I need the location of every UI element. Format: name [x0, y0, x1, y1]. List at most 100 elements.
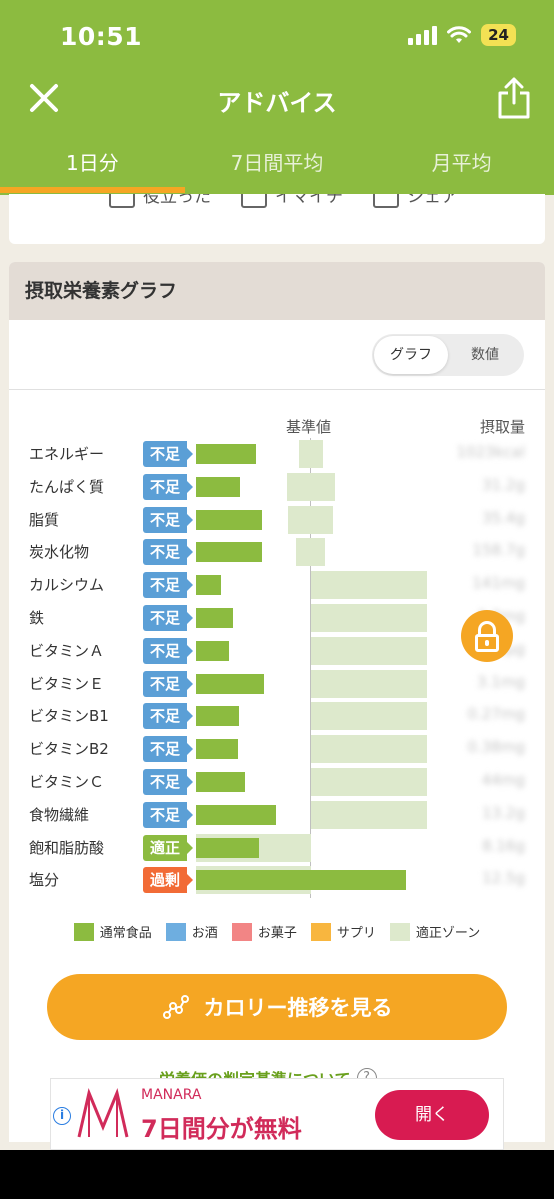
share-icon[interactable]	[496, 76, 532, 120]
optimal-zone	[311, 604, 427, 632]
nutrient-row: ビタミンB1 不足 0.27mg	[9, 700, 545, 732]
not-helpful-button[interactable]: イマイチ	[241, 194, 343, 208]
legend-item: 適正ゾーン	[389, 922, 481, 941]
intake-bar	[196, 837, 259, 858]
nutrient-name: カルシウム	[29, 576, 105, 595]
nutrient-row: 飽和脂肪酸 適正 8.16g	[9, 832, 545, 864]
ad-logo	[77, 1088, 129, 1138]
optimal-zone	[311, 735, 427, 764]
legend-label: 通常食品	[99, 926, 152, 941]
page-title: アドバイス	[217, 89, 337, 117]
period-tabs: 1日分 7日間平均 月平均	[0, 140, 554, 186]
tab-monthly-average[interactable]: 月平均	[369, 140, 554, 186]
nutrient-row: 脂質 不足 35.4g	[9, 504, 545, 536]
nutrient-name: ビタミンB2	[29, 740, 109, 759]
calorie-trend-label: カロリー推移を見る	[203, 996, 393, 1020]
intake-bar	[196, 476, 240, 497]
toggle-numeric[interactable]: 数値	[448, 336, 522, 374]
column-reference-label: 基準値	[286, 418, 332, 436]
tab-1day[interactable]: 1日分	[0, 140, 185, 186]
nutrient-row: ビタミンＣ 不足 44mg	[9, 766, 545, 798]
divider	[9, 389, 545, 390]
status-badge: 過剰	[143, 867, 193, 894]
intake-bar	[196, 673, 264, 694]
intake-value: 0.38mg	[467, 738, 525, 757]
nutrient-name: 炭水化物	[29, 543, 90, 562]
status-badge: 不足	[143, 703, 193, 730]
share-label: シェア	[407, 194, 458, 207]
nutrient-row: 食物繊維 不足 13.2g	[9, 799, 545, 831]
intake-value: 0.27mg	[467, 705, 525, 724]
view-toggle: グラフ 数値	[372, 334, 524, 376]
nutrient-name: 飽和脂肪酸	[29, 838, 105, 857]
nutrient-name: ビタミンＣ	[29, 773, 105, 791]
tab-indicator	[0, 187, 185, 193]
status-badge: 不足	[143, 769, 193, 795]
column-intake-label: 摂取量	[479, 418, 525, 436]
legend-swatch	[389, 922, 410, 941]
optimal-zone	[299, 440, 323, 468]
toggle-graph[interactable]: グラフ	[374, 336, 448, 374]
status-badge: 不足	[143, 801, 193, 828]
nutrient-name: たんぱく質	[29, 477, 105, 496]
legend-item: サプリ	[310, 922, 376, 941]
intake-value: 8.16g	[482, 836, 525, 855]
legend-label: 適正ゾーン	[415, 926, 481, 941]
intake-bar	[196, 870, 406, 891]
legend-swatch	[310, 922, 331, 941]
intake-value: 12.5g	[482, 869, 525, 888]
legend-swatch	[231, 922, 252, 941]
share-small-icon	[373, 194, 399, 208]
intake-bar	[196, 640, 229, 661]
status-badge: 不足	[143, 473, 193, 500]
ad-open-button[interactable]: 開く	[375, 1090, 489, 1140]
intake-bar	[196, 706, 239, 727]
lock-icon[interactable]	[461, 610, 513, 662]
legend-swatch	[165, 922, 186, 941]
intake-value: 44mg	[481, 771, 525, 789]
legend-item: 通常食品	[73, 922, 152, 941]
nutrient-name: 脂質	[29, 510, 60, 529]
legend-label: サプリ	[336, 926, 376, 941]
legend-label: お菓子	[257, 926, 297, 941]
nutrient-name: エネルギー	[29, 445, 105, 463]
legend-item: お酒	[165, 922, 218, 941]
status-badge: 不足	[143, 572, 193, 599]
intake-bar	[196, 575, 221, 596]
thumbs-down-icon	[241, 194, 267, 208]
intake-value: 35.4g	[482, 508, 525, 527]
legend-label: お酒	[191, 926, 218, 941]
nutrient-row: ビタミンB2 不足 0.38mg	[9, 733, 545, 765]
ad-info-icon[interactable]: i	[53, 1107, 71, 1125]
nutrient-row: カルシウム 不足 141mg	[9, 569, 545, 601]
optimal-zone	[311, 768, 427, 796]
ad-banner[interactable]: i MANARA 7日間分が無料 開く	[50, 1078, 504, 1150]
status-time: 10:51	[60, 22, 143, 51]
nutrient-name: 塩分	[29, 871, 60, 890]
intake-bar	[196, 739, 238, 760]
nutrient-name: ビタミンＡ	[29, 641, 105, 660]
intake-bar	[196, 444, 256, 464]
share-button[interactable]: シェア	[373, 194, 458, 208]
optimal-zone	[311, 636, 427, 665]
optimal-zone	[296, 538, 325, 567]
calorie-trend-button[interactable]: カロリー推移を見る	[47, 974, 507, 1040]
trend-icon	[162, 995, 189, 1019]
intake-value: 158.7g	[472, 541, 525, 560]
nutrient-name: ビタミンB1	[29, 707, 109, 726]
status-badge: 不足	[143, 637, 193, 664]
nutrient-row: 炭水化物 不足 158.7g	[9, 536, 545, 568]
legend-item: お菓子	[231, 922, 297, 941]
nutrient-name: ビタミンＥ	[29, 674, 105, 693]
intake-bar	[196, 608, 233, 628]
intake-value: 13.2g	[482, 803, 525, 822]
legend-swatch	[73, 922, 94, 941]
status-badge: 不足	[143, 441, 193, 467]
status-badge: 不足	[143, 736, 193, 763]
tab-7day-average[interactable]: 7日間平均	[185, 140, 370, 186]
intake-bar	[196, 772, 245, 792]
helpful-button[interactable]: 役立った	[109, 194, 211, 208]
battery-indicator: 24	[481, 24, 516, 46]
wifi-icon	[447, 26, 472, 43]
status-badge: 不足	[143, 605, 193, 631]
